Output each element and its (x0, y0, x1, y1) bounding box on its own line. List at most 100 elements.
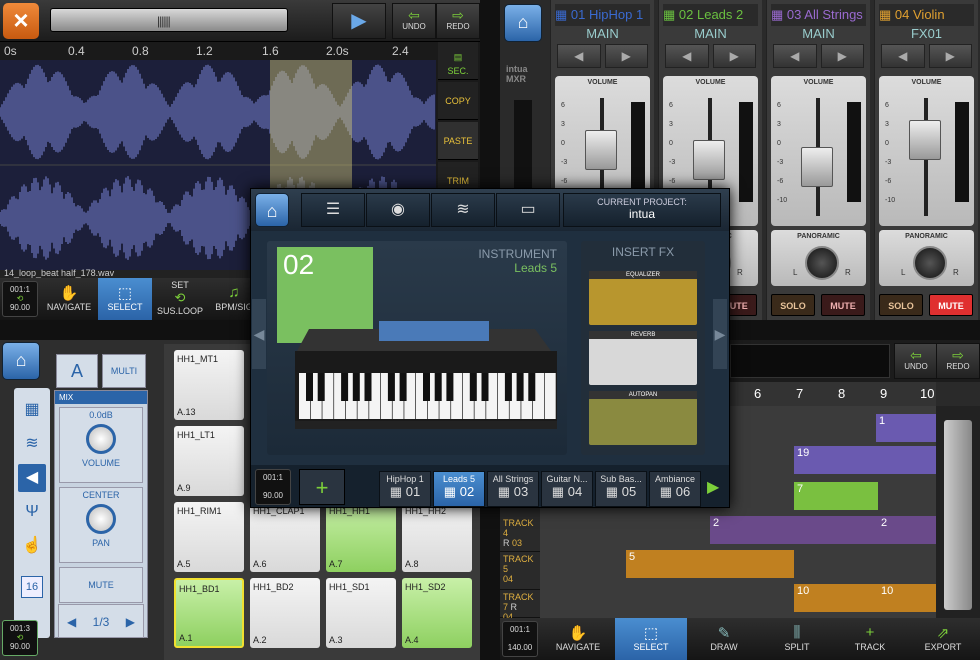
mute-button[interactable]: MUTE (59, 567, 143, 603)
drum-pad[interactable]: HH1_MT1 A.13 (174, 350, 244, 420)
time-ruler[interactable]: 0s 0.4 0.8 1.2 1.6 2.0s 2.4 (0, 42, 436, 60)
mix-tab[interactable]: ◀ (18, 464, 46, 492)
mute-button[interactable]: MUTE (821, 294, 865, 316)
drum-pad[interactable]: HH1_BD2 A.2 (250, 578, 320, 648)
channel-name[interactable]: ▦ 02 Leads 2 (663, 4, 758, 26)
track-tool[interactable]: + TRACK (834, 618, 906, 660)
next-instrument-arrow[interactable]: ▶ (713, 299, 727, 369)
next-bus-button[interactable]: ▶ (604, 44, 648, 68)
prev-bus-button[interactable]: ◀ (881, 44, 925, 68)
pan-knob[interactable] (86, 504, 116, 534)
solo-button[interactable]: SOLO (771, 294, 815, 316)
volume-fader[interactable] (801, 147, 833, 187)
add-instrument-button[interactable]: + (299, 469, 345, 505)
redo-button[interactable]: ⇨ REDO (936, 343, 980, 379)
volume-fader[interactable] (693, 140, 725, 180)
play-button[interactable]: ▶ (332, 3, 386, 39)
volume-fader[interactable] (585, 130, 617, 170)
position-display[interactable]: 001:3 ⟲ 90.00 (2, 620, 38, 656)
clip[interactable]: 10 (794, 584, 878, 612)
instrument-tab[interactable]: Ambiance ▦ 06 (649, 471, 701, 507)
fx-slot-reverb[interactable]: REVERB (589, 331, 697, 385)
prev-instrument-arrow[interactable]: ◀ (252, 299, 266, 369)
undo-button[interactable]: ⇦ UNDO (392, 3, 436, 39)
touch-tab[interactable]: ☝ (18, 532, 46, 560)
redo-button[interactable]: ⇨ REDO (436, 3, 480, 39)
position-display[interactable]: 001:1 140.00 (502, 621, 538, 657)
next-bus-button[interactable]: ▶ (712, 44, 756, 68)
next-page-icon[interactable]: ▶ (126, 605, 143, 639)
track-header[interactable]: TRACK 5 04 (500, 552, 540, 590)
drum-pad[interactable]: HH1_BD1 A.1 (174, 578, 244, 648)
page-nav[interactable]: ◀ 1/3 ▶ (58, 604, 144, 638)
drum-pad[interactable]: HH1_HH2 A.8 (402, 502, 472, 572)
tab-mixer[interactable]: ◉ (366, 193, 430, 227)
fx-slot-autopan[interactable]: AUTOPAN (589, 391, 697, 445)
instrument-tab[interactable]: Guitar N... ▦ 04 (541, 471, 593, 507)
pad-count-badge[interactable]: 16 (21, 576, 43, 598)
drum-pad[interactable]: HH1_CLAP1 A.6 (250, 502, 320, 572)
tab-waveform[interactable]: ≋ (431, 193, 495, 227)
next-bus-button[interactable]: ▶ (820, 44, 864, 68)
drum-pad[interactable]: HH1_SD2 A.4 (402, 578, 472, 648)
clip[interactable]: 2 (710, 516, 878, 544)
channel-name[interactable]: ▦ 04 Violin (879, 4, 974, 26)
volume-fader[interactable] (909, 120, 941, 160)
paste-button[interactable]: PASTE (438, 122, 478, 160)
prev-bus-button[interactable]: ◀ (665, 44, 709, 68)
select-tool[interactable]: ⬚ SELECT (615, 618, 687, 660)
home-button[interactable]: ⌂ (255, 193, 289, 227)
wave-scrubber[interactable]: |||||| (50, 8, 288, 32)
channel-name[interactable]: ▦ 01 HipHop 1 (555, 4, 650, 26)
waveform-tab[interactable]: ≋ (18, 430, 46, 458)
sequence-tab[interactable]: ▦ (18, 396, 46, 424)
track-header[interactable]: TRACK 7 R 04 (500, 590, 540, 622)
current-project[interactable]: CURRENT PROJECT: intua (563, 193, 721, 227)
split-tool[interactable]: ⫼ SPLIT (761, 618, 833, 660)
instrument-tab[interactable]: Leads 5 ▦ 02 (433, 471, 485, 507)
drum-pad[interactable]: HH1_RIM1 A.5 (174, 502, 244, 572)
instrument-tab[interactable]: HipHop 1 ▦ 01 (379, 471, 431, 507)
undo-button[interactable]: ⇦ UNDO (894, 343, 938, 379)
clip[interactable]: 7 (794, 482, 878, 510)
clip[interactable]: 10 (878, 584, 936, 612)
channel-name[interactable]: ▦ 03 All Strings (771, 4, 866, 26)
instrument-tab[interactable]: Sub Bas... ▦ 05 (595, 471, 647, 507)
select-tool[interactable]: ⬚ SELECT (98, 278, 152, 320)
prev-page-icon[interactable]: ◀ (59, 605, 76, 639)
home-button[interactable]: ⌂ (504, 4, 542, 42)
copy-button[interactable]: COPY (438, 82, 478, 120)
pan-control[interactable]: CENTER PAN (59, 487, 143, 563)
instrument-tab[interactable]: All Strings ▦ 03 (487, 471, 539, 507)
drum-pad[interactable]: HH1_LT1 A.9 (174, 426, 244, 496)
export-tool[interactable]: ⇗ EXPORT (907, 618, 979, 660)
draw-tool[interactable]: ✎ DRAW (688, 618, 760, 660)
scroll-thumb[interactable] (944, 420, 972, 610)
clip[interactable]: 1 (876, 414, 936, 442)
navigate-tool[interactable]: ✋ NAVIGATE (542, 618, 614, 660)
track-header[interactable]: TRACK 4R 03 (500, 516, 540, 552)
drum-pad[interactable]: HH1_SD1 A.3 (326, 578, 396, 648)
close-button[interactable]: × (3, 3, 39, 39)
position-display[interactable]: 001:1 ⟲ 90.00 (2, 281, 38, 317)
pan-knob[interactable] (805, 246, 839, 280)
clip[interactable]: 19 (794, 446, 936, 474)
seconds-toggle[interactable]: ▤ SEC. (438, 42, 478, 80)
bank-a-button[interactable]: A (56, 354, 98, 388)
vertical-scrollbar[interactable] (936, 406, 980, 618)
volume-knob[interactable] (86, 424, 116, 454)
solo-button[interactable]: SOLO (879, 294, 923, 316)
instrument-view[interactable]: 02 INSTRUMENT Leads 5 (267, 241, 567, 455)
tune-tab[interactable]: Ψ (18, 498, 46, 526)
sus-loop-tool[interactable]: SET ⟲ SUS.LOOP (154, 278, 206, 320)
volume-control[interactable]: 0.0dB VOLUME (59, 407, 143, 483)
tab-browser[interactable]: ▭ (496, 193, 560, 227)
navigate-tool[interactable]: ✋ NAVIGATE (42, 278, 96, 320)
clip[interactable]: 5 (626, 550, 794, 578)
fx-slot-equalizer[interactable]: EQUALIZER (589, 271, 697, 325)
next-bus-button[interactable]: ▶ (928, 44, 972, 68)
tab-sequencer[interactable]: ☰ (301, 193, 365, 227)
drum-pad[interactable]: HH1_HH1 A.7 (326, 502, 396, 572)
clip[interactable]: 2 (878, 516, 936, 544)
pan-knob[interactable] (913, 246, 947, 280)
